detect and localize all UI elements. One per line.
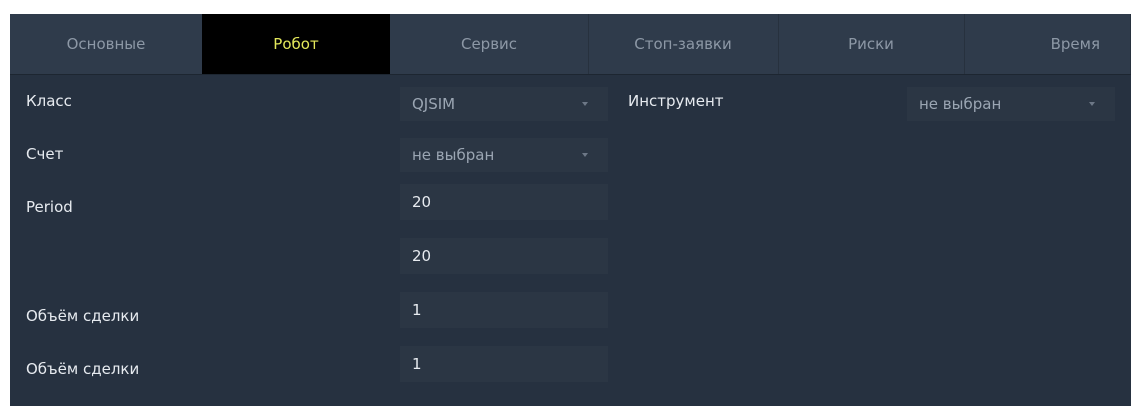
instrument-select[interactable]: не выбран [907,87,1115,121]
tab-bar: Основные Робот Сервис Стоп-заявки Риски … [10,14,1131,75]
robot-settings-panel: Основные Робот Сервис Стоп-заявки Риски … [10,14,1131,406]
instrument-select-value: не выбран [919,95,1002,113]
class-select-value: QJSIM [412,95,456,113]
account-select-value: не выбран [412,146,495,164]
tab-time[interactable]: Время [964,14,1131,74]
volume-input-2[interactable]: 1 [400,346,608,382]
period-second-input[interactable]: 20 [400,238,608,274]
volume-input-1[interactable]: 1 [400,292,608,328]
class-select[interactable]: QJSIM [400,87,608,121]
instrument-label: Инструмент [628,92,724,110]
tab-risks[interactable]: Риски [778,14,965,74]
volume-label-1: Объём сделки [26,307,140,325]
account-label: Счет [26,145,64,163]
chevron-down-icon [582,102,588,106]
tab-robot[interactable]: Робот [202,14,390,74]
chevron-down-icon [582,153,588,157]
chevron-down-icon [1089,102,1095,106]
volume-label-2: Объём сделки [26,360,140,378]
period-input[interactable]: 20 [400,184,608,220]
tab-service[interactable]: Сервис [390,14,589,74]
tab-main[interactable]: Основные [10,14,203,74]
class-label: Класс [26,92,72,110]
account-select[interactable]: не выбран [400,138,608,172]
period-label: Period [26,198,73,216]
tab-stop-orders[interactable]: Стоп-заявки [588,14,779,74]
